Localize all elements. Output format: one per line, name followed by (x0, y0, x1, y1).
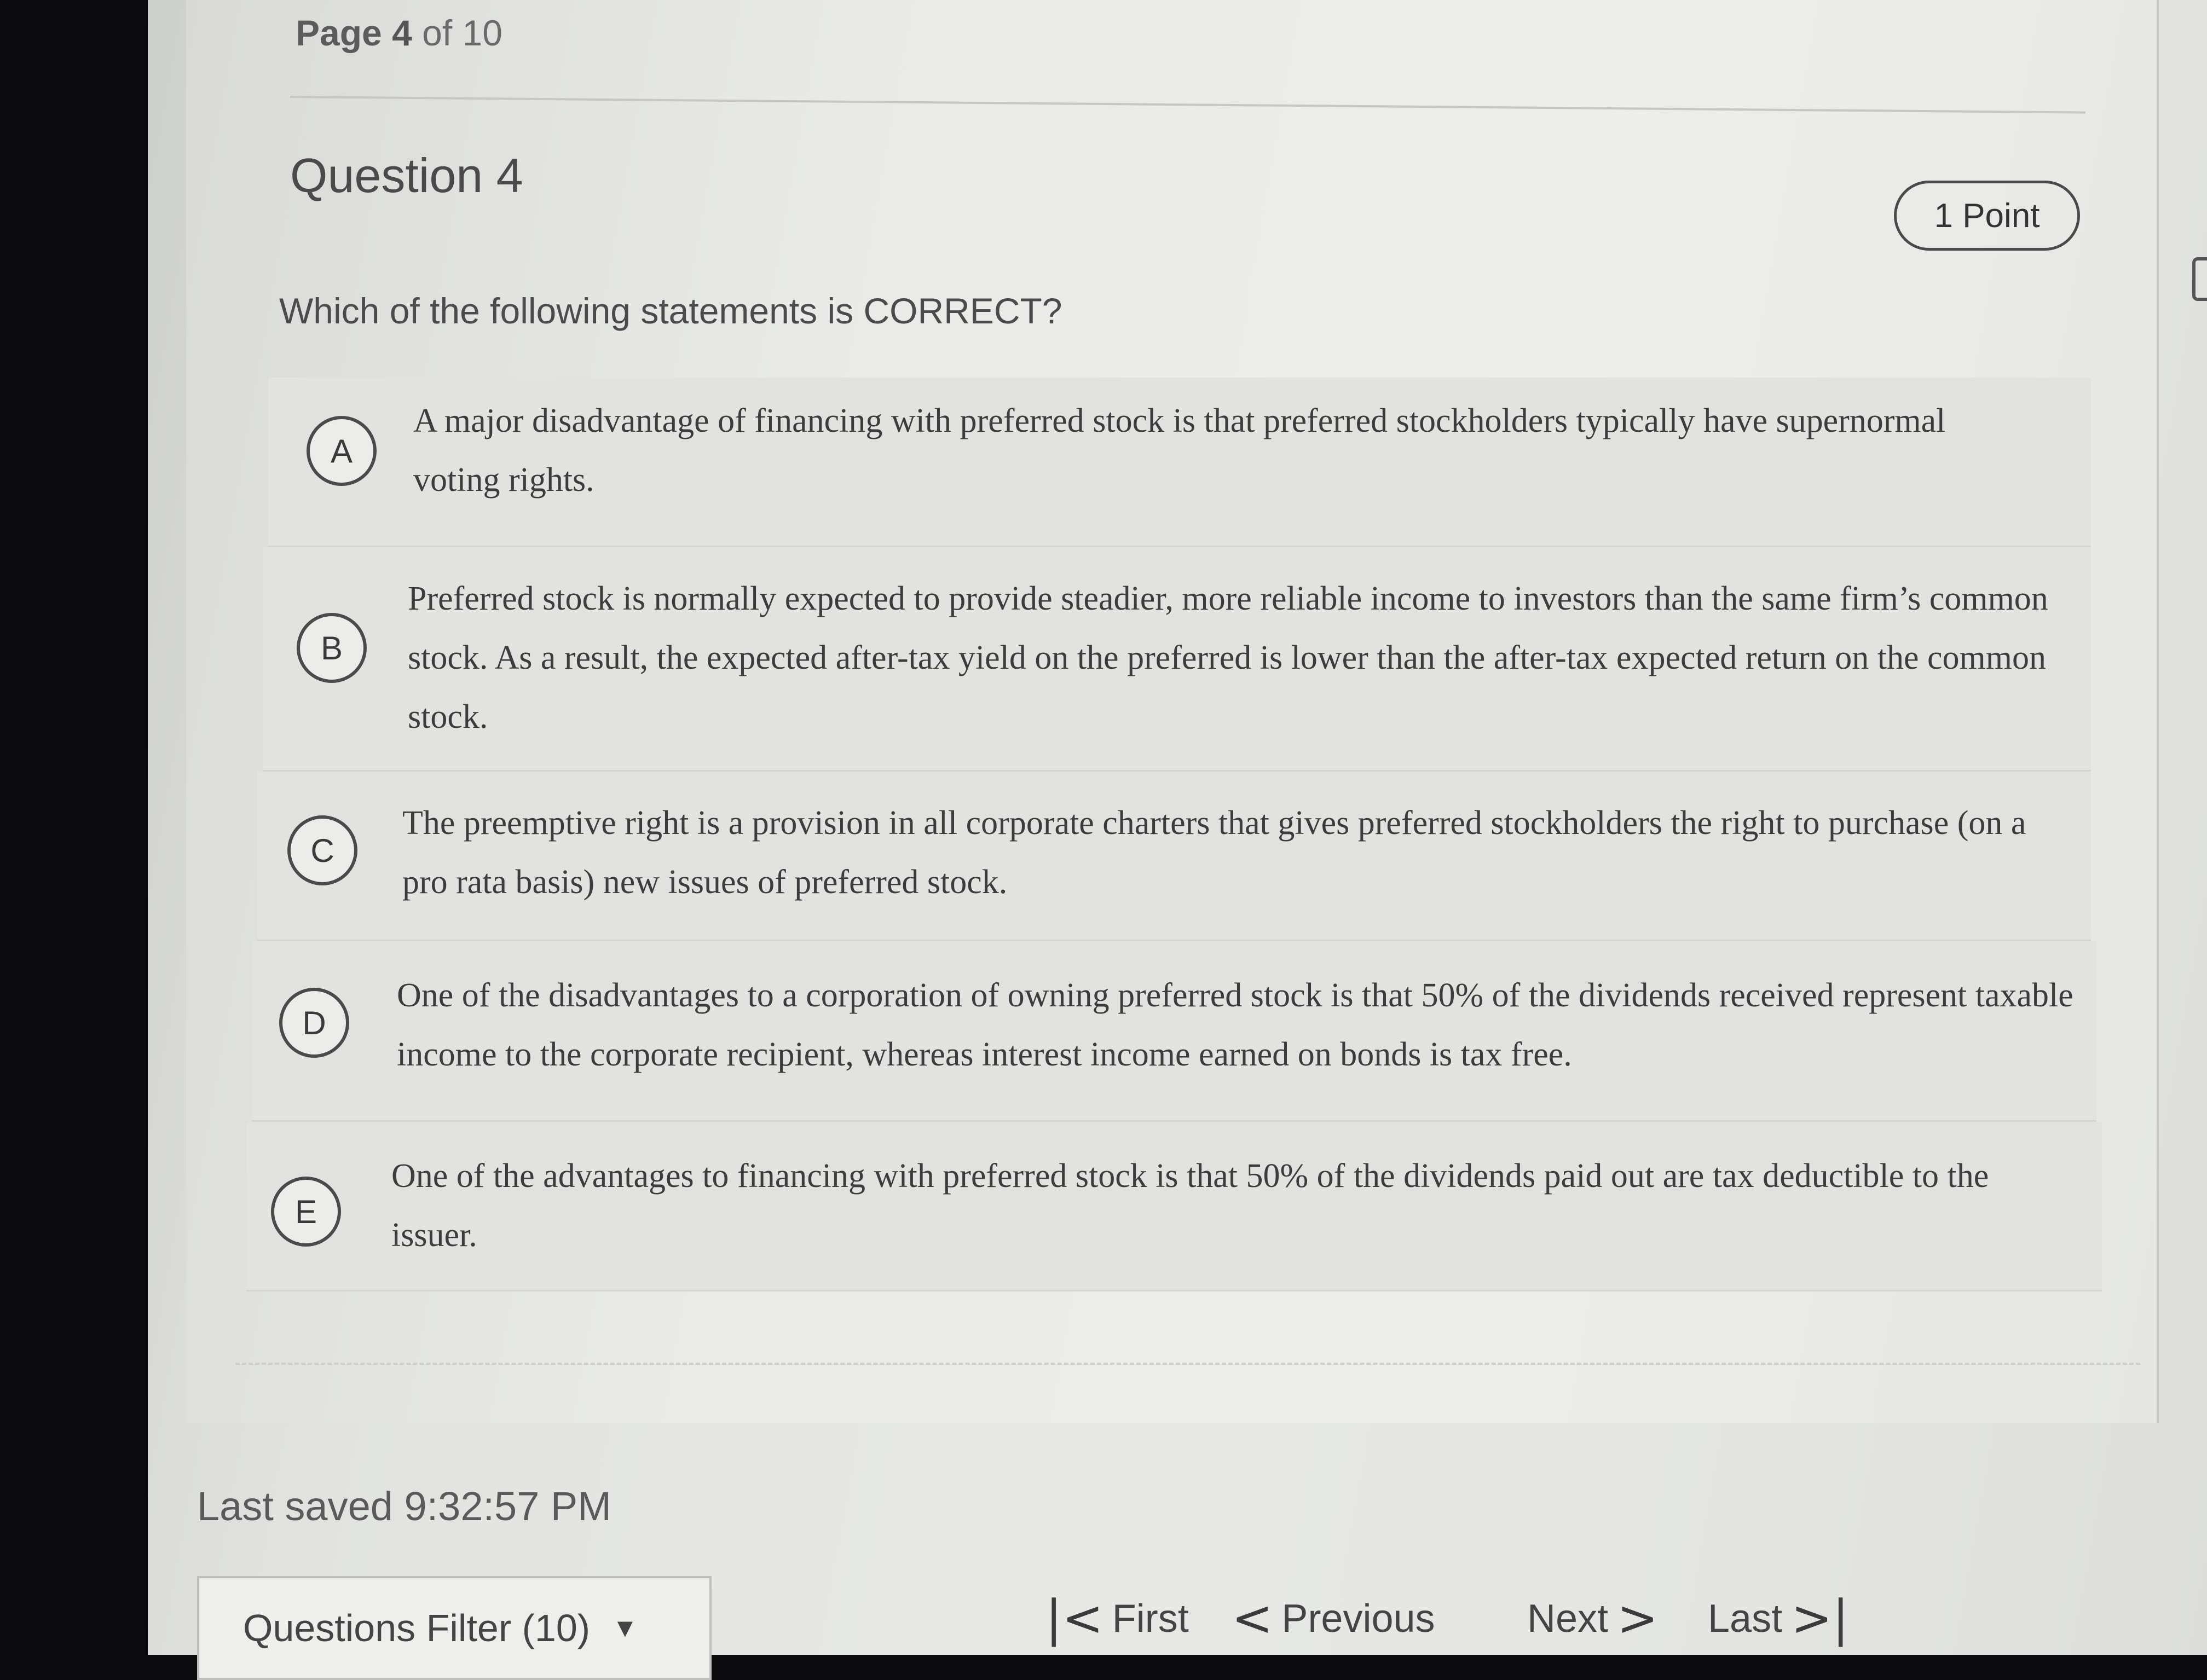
last-page-icon: >| (1791, 1590, 1849, 1647)
section-divider (235, 1363, 2140, 1365)
option-text-b: Preferred stock is normally expected to … (408, 580, 2048, 735)
total-pages: 10 (462, 13, 502, 53)
page-indicator: Page 4 of 10 (296, 12, 502, 54)
option-letter-a[interactable]: A (307, 416, 377, 486)
question-panel: Page 4 of 10 Question 4 1 Point Which of… (186, 0, 2159, 1423)
previous-label: Previous (1281, 1596, 1435, 1641)
page-label: Page (296, 13, 382, 53)
points-badge: 1 Point (1894, 181, 2080, 251)
option-letter-b[interactable]: B (297, 613, 367, 683)
option-letter-d[interactable]: D (279, 988, 349, 1058)
first-button[interactable]: |< First (1045, 1590, 1189, 1647)
of-label: of (422, 13, 453, 53)
screen: Page 4 of 10 Question 4 1 Point Which of… (148, 0, 2207, 1680)
option-text-a: A major disadvantage of financing with p… (413, 402, 1946, 499)
questions-filter-label: Questions Filter (10) (243, 1607, 591, 1649)
chevron-left-icon: < (1232, 1590, 1273, 1647)
last-label: Last (1708, 1596, 1783, 1641)
first-page-icon: |< (1045, 1590, 1104, 1647)
first-label: First (1112, 1596, 1189, 1641)
option-letter-e[interactable]: E (271, 1177, 341, 1247)
answer-option-e[interactable]: E One of the advantages to financing wit… (246, 1122, 2102, 1291)
next-button[interactable]: Next > (1527, 1590, 1658, 1647)
caret-down-icon: ▼ (612, 1613, 638, 1643)
last-saved-status: Last saved 9:32:57 PM (197, 1484, 611, 1529)
next-label: Next (1527, 1596, 1609, 1641)
header-divider (290, 96, 2085, 114)
option-text-c: The preemptive right is a provision in a… (402, 804, 2026, 901)
current-page: 4 (392, 13, 412, 53)
option-letter-c[interactable]: C (287, 815, 357, 885)
answer-option-c[interactable]: C The preemptive right is a provision in… (257, 772, 2091, 941)
answer-option-a[interactable]: A A major disadvantage of financing with… (268, 378, 2091, 547)
question-prompt: Which of the following statements is COR… (279, 291, 1062, 331)
option-text-e: One of the advantages to financing with … (391, 1157, 1989, 1254)
chevron-right-icon: > (1617, 1590, 1659, 1647)
option-text-d: One of the disadvantages to a corporatio… (397, 977, 2073, 1073)
last-button[interactable]: Last >| (1708, 1590, 1849, 1647)
side-panel-toggle-icon[interactable] (2192, 257, 2207, 301)
questions-filter-dropdown[interactable]: Questions Filter (10) ▼ (197, 1576, 712, 1680)
question-title: Question 4 (290, 148, 523, 202)
previous-button[interactable]: < Previous (1232, 1590, 1435, 1647)
answer-option-d[interactable]: D One of the disadvantages to a corporat… (252, 941, 2096, 1122)
answer-option-b[interactable]: B Preferred stock is normally expected t… (263, 547, 2091, 772)
